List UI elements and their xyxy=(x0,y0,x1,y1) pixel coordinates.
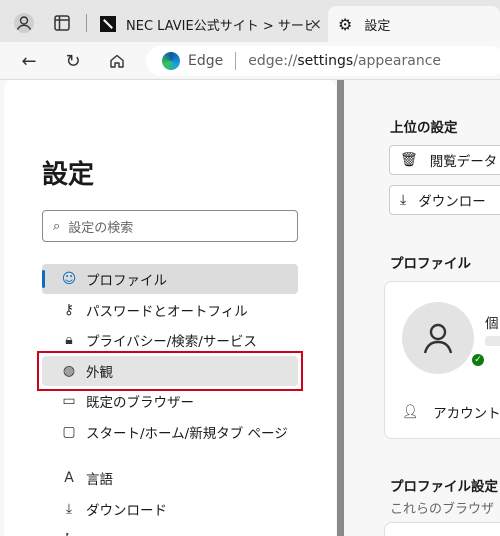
section-heading-profile: プロファイル xyxy=(390,256,471,272)
tab-nec-lavie[interactable]: NEC LAVIE公式サイト > サービス&サ × xyxy=(90,6,328,42)
address-bar[interactable]: Edge edge:// settings /appearance xyxy=(146,46,500,76)
gear-icon: ⚙ xyxy=(338,14,353,34)
account-label: アカウント xyxy=(433,406,500,422)
section-heading-top-settings: 上位の設定 xyxy=(390,120,458,136)
trash-icon: 🗑︎ xyxy=(400,152,418,168)
tab-separator xyxy=(86,14,87,32)
avatar[interactable] xyxy=(402,302,474,374)
address-bar-row: ← ↻ Edge edge:// settings /appearance xyxy=(0,42,500,80)
profile-settings-card xyxy=(384,522,500,536)
site-favicon-icon xyxy=(100,16,116,32)
sidebar-item-label: スタート/ホーム/新規タブ ページ xyxy=(86,426,288,442)
profile-card: ✓ 個 👤︎ アカウント xyxy=(384,281,500,439)
profile-avatar-icon[interactable] xyxy=(10,9,38,37)
settings-main: 上位の設定 🗑︎ 閲覧データ ⤓ ダウンロー プロファイル ✓ 個 👤︎ アカウ… xyxy=(344,80,500,536)
tab-title: NEC LAVIE公式サイト > サービス&サ xyxy=(126,18,312,34)
vertical-tabs-icon[interactable] xyxy=(48,9,76,37)
profile-name: 個 xyxy=(485,316,499,332)
highlight-box xyxy=(37,351,303,391)
download-icon: ⤓ xyxy=(65,501,73,517)
manage-account-link[interactable]: 👤︎ アカウント xyxy=(402,402,500,422)
refresh-icon[interactable]: ↻ xyxy=(58,47,88,75)
key-icon: ⚷ xyxy=(63,302,75,318)
edge-label: Edge xyxy=(188,53,224,69)
profile-email-redacted xyxy=(485,336,500,346)
search-input[interactable]: ⌕ 設定の検索 xyxy=(42,210,298,242)
sidebar-scrollbar[interactable] xyxy=(337,80,344,536)
sidebar-item-label: 言語 xyxy=(86,472,113,488)
sidebar-item-accessibility[interactable]: ♿︎ xyxy=(42,524,298,536)
browser-icon: ▭ xyxy=(62,393,76,409)
section-description: これらのブラウザ xyxy=(390,502,495,517)
sidebar-item-label: 既定のブラウザー xyxy=(86,395,194,411)
sidebar-item-start-home[interactable]: ▢ スタート/ホーム/新規タブ ページ xyxy=(42,417,298,447)
search-placeholder: 設定の検索 xyxy=(68,220,134,236)
button-label: ダウンロー xyxy=(418,194,486,210)
settings-sidebar: 設定 ⌕ 設定の検索 ☺ プロファイル ⚷ パスワードとオートフィル 🔒︎ プラ… xyxy=(4,80,336,536)
profile-icon: ☺ xyxy=(61,271,77,287)
sidebar-item-languages[interactable]: A 言語 xyxy=(42,463,298,493)
person-icon: 👤︎ xyxy=(402,404,420,420)
section-heading-profile-settings: プロファイル設定 xyxy=(390,479,498,495)
person-icon xyxy=(423,323,453,354)
sidebar-item-profile[interactable]: ☺ プロファイル xyxy=(42,264,298,294)
language-icon: A xyxy=(64,470,74,486)
page-title: 設定 xyxy=(42,160,95,190)
edge-logo-icon xyxy=(162,52,180,70)
lock-icon: 🔒︎ xyxy=(65,332,73,348)
tab-bar: NEC LAVIE公式サイト > サービス&サ × ⚙ 設定 xyxy=(0,0,500,42)
url-path: /appearance xyxy=(353,53,442,69)
clear-browsing-data-button[interactable]: 🗑︎ 閲覧データ xyxy=(389,145,500,175)
url-scheme: edge:// xyxy=(248,53,298,69)
url-host: settings xyxy=(297,53,354,69)
search-icon: ⌕ xyxy=(53,218,61,234)
sidebar-item-label: プライバシー/検索/サービス xyxy=(86,334,257,350)
accessibility-icon: ♿︎ xyxy=(60,531,78,536)
home-tab-icon: ▢ xyxy=(62,424,76,440)
sidebar-item-label: パスワードとオートフィル xyxy=(86,304,248,320)
sidebar-item-passwords[interactable]: ⚷ パスワードとオートフィル xyxy=(42,295,298,325)
back-icon[interactable]: ← xyxy=(14,47,44,75)
close-tab-icon[interactable]: × xyxy=(309,15,322,33)
button-label: 閲覧データ xyxy=(429,154,498,170)
sidebar-item-downloads[interactable]: ⤓ ダウンロード xyxy=(42,494,298,524)
tab-settings[interactable]: ⚙ 設定 xyxy=(328,6,500,42)
downloads-button[interactable]: ⤓ ダウンロー xyxy=(389,185,500,215)
page-content: 設定 ⌕ 設定の検索 ☺ プロファイル ⚷ パスワードとオートフィル 🔒︎ プラ… xyxy=(0,80,500,536)
sidebar-item-label: ダウンロード xyxy=(86,503,167,519)
sync-status-icon: ✓ xyxy=(472,354,484,366)
sidebar-item-label: プロファイル xyxy=(86,273,167,289)
download-icon: ⤓ xyxy=(400,192,407,208)
tab-title: 設定 xyxy=(364,18,391,34)
home-icon[interactable] xyxy=(102,47,132,75)
